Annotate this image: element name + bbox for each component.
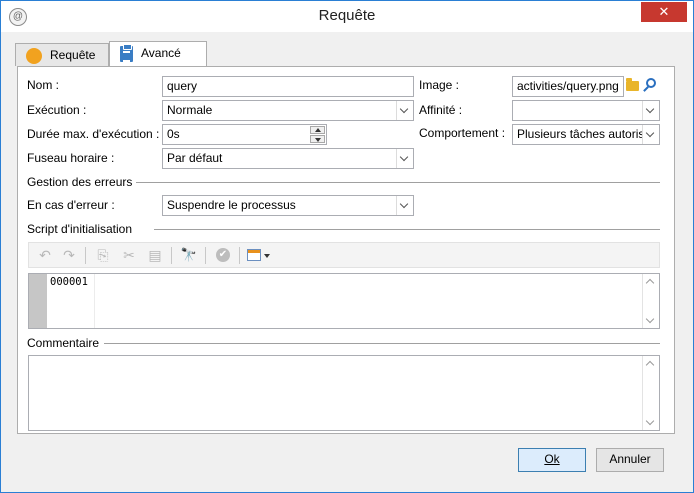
insert-menu-button[interactable]: [245, 246, 273, 264]
toolbar-separator: [205, 247, 206, 264]
chevron-down-icon[interactable]: [642, 125, 659, 144]
errors-section-title: Gestion des erreurs: [27, 175, 137, 189]
comportement-select[interactable]: Plusieurs tâches autorisé: [512, 124, 660, 145]
editor-gutter: [29, 274, 47, 328]
chevron-down-icon[interactable]: [396, 149, 413, 168]
duree-input-value: 0s: [167, 127, 180, 141]
paste-icon[interactable]: ▤: [145, 246, 165, 264]
validate-icon[interactable]: ✔: [213, 246, 233, 264]
tab-requete[interactable]: Requête: [15, 43, 109, 66]
undo-icon[interactable]: ↶: [35, 246, 55, 264]
copy-icon[interactable]: ⎘: [93, 246, 113, 264]
image-input-value: activities/query.png: [517, 79, 619, 93]
fuseau-select-value: Par défaut: [167, 151, 223, 165]
folder-icon[interactable]: [624, 76, 642, 95]
execution-select-value: Normale: [167, 103, 213, 117]
line-number-divider: [94, 274, 95, 328]
spin-up-icon[interactable]: [310, 126, 325, 134]
scroll-down-icon[interactable]: [645, 314, 655, 324]
on-error-select-value: Suspendre le processus: [167, 198, 296, 212]
execution-label: Exécution :: [27, 103, 87, 117]
search-icon[interactable]: [643, 76, 661, 95]
comportement-label: Comportement :: [419, 126, 506, 140]
binoculars-icon[interactable]: 🔭: [179, 246, 199, 264]
redo-icon[interactable]: ↷: [59, 246, 79, 264]
affinite-select[interactable]: [512, 100, 660, 121]
toolbar-separator: [85, 247, 86, 264]
clipboard-icon: [120, 44, 133, 62]
script-toolbar: ↶ ↷ ⎘ ✂ ▤ 🔭 ✔: [28, 242, 660, 268]
image-input[interactable]: activities/query.png: [512, 76, 624, 97]
section-divider: [104, 343, 660, 344]
comment-section-title: Commentaire: [27, 336, 100, 350]
section-divider: [136, 182, 660, 183]
toolbar-separator: [171, 247, 172, 264]
script-section-title: Script d'initialisation: [27, 222, 133, 236]
tab-panel-avance: Nom : query Exécution : Normale Durée ma…: [17, 66, 675, 434]
cut-icon[interactable]: ✂: [119, 246, 139, 264]
ok-button[interactable]: Ok: [518, 448, 586, 472]
fuseau-select[interactable]: Par défaut: [162, 148, 414, 169]
ok-button-label: Ok: [544, 452, 560, 466]
caret-down-icon: [264, 254, 270, 258]
execution-select[interactable]: Normale: [162, 100, 414, 121]
check-circle-icon: ✔: [216, 248, 230, 262]
window-title: Requête: [318, 7, 376, 24]
nom-input-value: query: [167, 79, 198, 93]
on-error-select[interactable]: Suspendre le processus: [162, 195, 414, 216]
duree-spinner[interactable]: [310, 126, 325, 143]
tab-label: Avancé: [141, 46, 181, 61]
script-editor[interactable]: 000001: [28, 273, 660, 329]
fuseau-label: Fuseau horaire :: [27, 151, 115, 165]
editor-scrollbar[interactable]: [642, 274, 659, 328]
title-bar: @ Requête ✕: [1, 1, 693, 32]
cancel-button-label: Annuler: [609, 452, 651, 466]
duree-input[interactable]: 0s: [162, 124, 327, 145]
line-number: 000001: [50, 276, 88, 288]
cancel-button[interactable]: Annuler: [596, 448, 664, 472]
comment-scrollbar[interactable]: [642, 356, 659, 430]
chevron-down-icon[interactable]: [642, 101, 659, 120]
toolbar-separator: [239, 247, 240, 264]
chevron-down-icon[interactable]: [396, 101, 413, 120]
scroll-up-icon[interactable]: [645, 278, 655, 288]
duree-label: Durée max. d'exécution :: [27, 127, 160, 141]
affinite-label: Affinité :: [419, 103, 463, 117]
image-label: Image :: [419, 78, 460, 92]
comportement-select-value: Plusieurs tâches autorisé: [517, 127, 652, 141]
scroll-up-icon[interactable]: [645, 360, 655, 370]
spin-down-icon[interactable]: [310, 135, 325, 143]
on-error-label: En cas d'erreur :: [27, 198, 115, 212]
orange-dot-icon: [26, 48, 42, 64]
scroll-down-icon[interactable]: [645, 416, 655, 426]
comment-textarea[interactable]: [28, 355, 660, 431]
nom-input[interactable]: query: [162, 76, 414, 97]
tab-avance[interactable]: Avancé: [109, 41, 207, 67]
dialog-window: @ Requête ✕ Requête Avancé Nom : query E…: [0, 0, 694, 493]
tab-label: Requête: [50, 48, 96, 63]
calendar-icon: [247, 249, 261, 261]
close-button[interactable]: ✕: [641, 2, 687, 22]
nom-label: Nom :: [27, 78, 60, 92]
chevron-down-icon[interactable]: [396, 196, 413, 215]
section-divider: [154, 229, 660, 230]
